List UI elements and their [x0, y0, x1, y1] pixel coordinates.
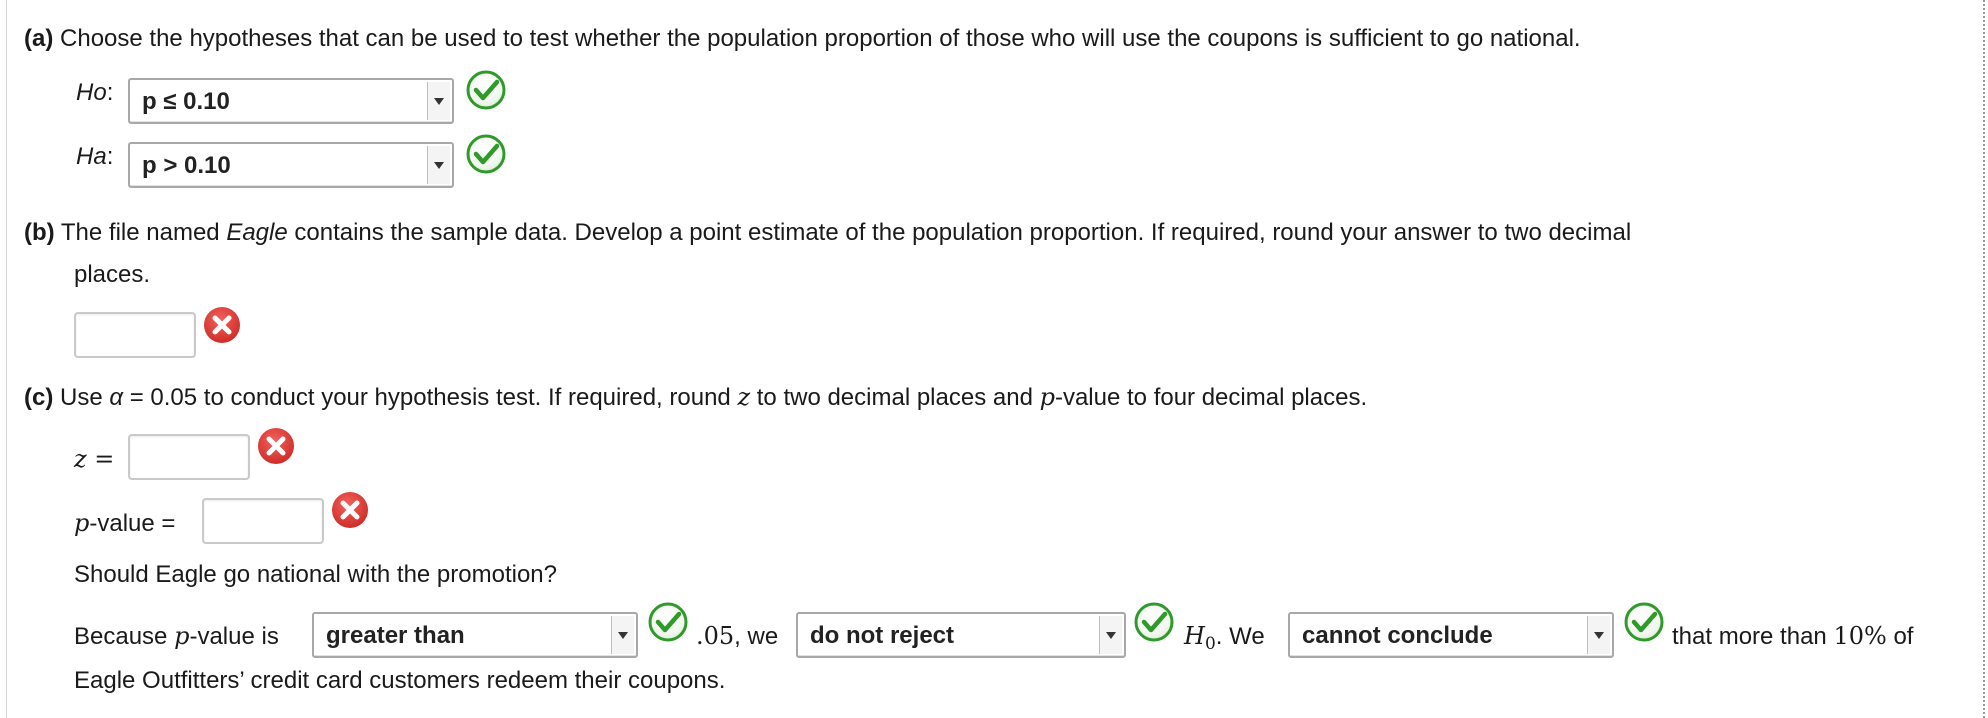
- conclusion-line2: Eagle Outfitters’ credit card customers …: [74, 667, 726, 694]
- because-p-symbol: p: [174, 622, 190, 650]
- part-b-text: (b) The file named Eagle contains the sa…: [24, 218, 1631, 248]
- ha-letter: H: [76, 143, 94, 170]
- part-c-label: (c): [24, 384, 54, 411]
- checkmark-circle-icon: [1134, 602, 1174, 642]
- h0-subscript: o: [93, 79, 107, 106]
- ha-colon: :: [106, 143, 114, 170]
- z-label: z =: [74, 445, 115, 473]
- h0-select-value: p ≤ 0.10: [142, 88, 230, 115]
- z-input[interactable]: [128, 434, 250, 480]
- we-text: , we: [734, 623, 779, 650]
- compare-select-value: greater than: [326, 622, 465, 649]
- left-frame-border: [6, 0, 7, 718]
- part-b-text-before: The file named: [60, 219, 227, 246]
- checkmark-circle-icon: [648, 602, 688, 642]
- pvalue-label: p-value =: [74, 508, 175, 539]
- h0-label: Ho:: [76, 78, 113, 108]
- conclusion-select-value: cannot conclude: [1302, 622, 1493, 649]
- because-word: Because: [74, 623, 175, 650]
- part-b-file-name: Eagle: [226, 219, 288, 246]
- conclusion-select[interactable]: cannot conclude: [1288, 612, 1614, 658]
- chevron-down-icon[interactable]: [1587, 616, 1610, 654]
- ha-subscript: a: [93, 143, 107, 170]
- of-text: of: [1886, 623, 1914, 650]
- right-frame-border: [1983, 0, 1985, 718]
- x-circle-icon: [258, 428, 294, 464]
- z-symbol: z: [737, 383, 751, 411]
- pvalue-input[interactable]: [202, 498, 324, 544]
- h0-subscript-zero: 0: [1204, 634, 1216, 654]
- chevron-down-icon[interactable]: [427, 82, 450, 120]
- alpha-symbol: α: [109, 384, 124, 411]
- chevron-down-icon[interactable]: [611, 616, 634, 654]
- part-c-mid: to two decimal places and: [750, 384, 1040, 411]
- pvalue-label-text: -value =: [89, 510, 176, 537]
- chevron-down-icon[interactable]: [427, 146, 450, 184]
- that-text: that more than 10% of: [1672, 621, 1913, 652]
- part-b-text-line2: places.: [74, 261, 151, 288]
- ha-label: Ha:: [76, 142, 113, 172]
- alpha-number: .05: [696, 622, 735, 650]
- x-circle-icon: [332, 492, 368, 528]
- h0-letter: H: [76, 79, 94, 106]
- percent-value: 10%: [1833, 622, 1887, 650]
- decision-select[interactable]: do not reject: [796, 612, 1126, 658]
- p-symbol: p: [1039, 383, 1055, 411]
- part-b-text-after: contains the sample data. Develop a poin…: [287, 219, 1632, 246]
- ha-select-value: p > 0.10: [142, 152, 231, 179]
- decision-select-value: do not reject: [810, 622, 955, 649]
- h0-we-text: H0. We: [1184, 621, 1265, 654]
- h0-symbol: H: [1184, 622, 1205, 650]
- part-a-text: (a) Choose the hypotheses that can be us…: [24, 24, 1581, 54]
- h0-colon: :: [106, 79, 114, 106]
- national-question: Should Eagle go national with the promot…: [74, 561, 557, 588]
- alpha-compare-text: .05, we: [696, 621, 778, 652]
- checkmark-circle-icon: [1624, 602, 1664, 642]
- part-b-label: (b): [24, 219, 55, 246]
- part-c-end: -value to four decimal places.: [1054, 384, 1368, 411]
- checkmark-circle-icon: [466, 70, 506, 110]
- part-c-text: (c) Use α = 0.05 to conduct your hypothe…: [24, 382, 1367, 413]
- ha-select[interactable]: p > 0.10: [128, 142, 454, 188]
- part-a-label: (a): [24, 25, 54, 52]
- checkmark-circle-icon: [466, 134, 506, 174]
- that-more-than: that more than: [1672, 623, 1834, 650]
- point-estimate-input[interactable]: [74, 312, 196, 358]
- pvalue-p-symbol: p: [74, 509, 90, 537]
- compare-select[interactable]: greater than: [312, 612, 638, 658]
- h0-select[interactable]: p ≤ 0.10: [128, 78, 454, 124]
- part-a-question: Choose the hypotheses that can be used t…: [60, 25, 1581, 52]
- chevron-down-icon[interactable]: [1099, 616, 1122, 654]
- because-text: Because p-value is: [74, 621, 279, 652]
- we-text-2: . We: [1215, 623, 1265, 650]
- part-c-use: Use: [60, 384, 110, 411]
- part-c-alpha-eq: = 0.05 to conduct your hypothesis test. …: [123, 384, 738, 411]
- because-rest: -value is: [189, 623, 279, 650]
- x-circle-icon: [204, 307, 240, 343]
